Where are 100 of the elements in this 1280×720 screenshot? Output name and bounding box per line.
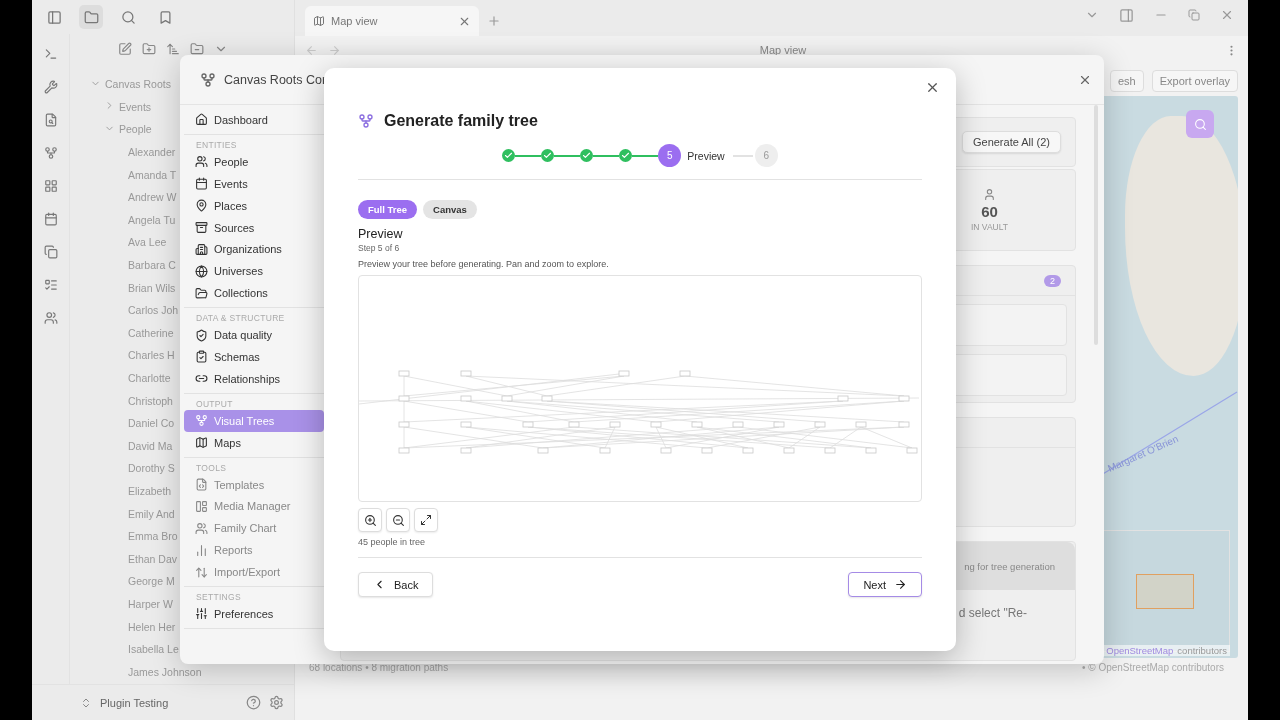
file-item[interactable]: Charlotte — [128, 372, 171, 384]
globe-icon — [195, 264, 208, 278]
nav-item[interactable]: Sources — [184, 216, 324, 239]
nav-item[interactable]: Relationships — [184, 367, 324, 390]
nav-heading: TOOLS — [195, 461, 228, 474]
file-item[interactable]: Emma Bro — [128, 530, 178, 543]
nav-item[interactable]: Dashboard — [184, 109, 324, 131]
file-item[interactable]: Elizabeth — [128, 485, 172, 497]
sidebar-toggle-icon[interactable] — [1119, 7, 1134, 23]
next-button[interactable]: Next — [848, 572, 922, 597]
help-icon[interactable] — [246, 695, 261, 710]
file-item[interactable]: Isabella Le — [128, 643, 179, 656]
collapse-icon[interactable] — [190, 42, 204, 56]
vault-name[interactable]: Plugin Testing — [100, 696, 238, 709]
sort-icon[interactable] — [166, 42, 180, 56]
fit-view-button[interactable] — [414, 508, 438, 532]
view-tab[interactable]: Full Tree — [358, 200, 418, 219]
restore-icon[interactable] — [1188, 9, 1200, 21]
folder-item[interactable]: Canvas Roots — [105, 78, 171, 91]
modal-title: Canvas Roots Cor — [224, 72, 328, 87]
nav-item[interactable]: Preferences — [184, 603, 324, 625]
section-description: Preview your tree before generating. Pan and zoom to explore. — [358, 258, 610, 269]
notice-text: d select "Re- — [958, 606, 1027, 620]
section-title: Preview — [358, 227, 404, 241]
search-icon[interactable] — [1186, 110, 1214, 138]
zoom-in-button[interactable] — [358, 508, 382, 532]
nav-item[interactable]: Places — [184, 194, 324, 217]
file-item[interactable]: Ava Lee — [128, 236, 167, 249]
file-item[interactable]: Charles H — [128, 349, 175, 362]
forward-arrow-icon[interactable] — [328, 43, 341, 57]
switch-icon[interactable] — [80, 696, 92, 709]
file-item[interactable]: Harper W — [128, 597, 173, 610]
fork-icon — [200, 71, 216, 88]
nav-item[interactable]: Schemas — [184, 346, 324, 368]
new-note-icon[interactable] — [118, 42, 132, 56]
map-button[interactable]: esh — [1109, 70, 1144, 92]
file-item[interactable]: Carlos Joh — [128, 304, 179, 317]
sliders-icon — [195, 607, 208, 621]
arrows-up-down-icon — [195, 565, 208, 579]
nav-item[interactable]: Visual Trees — [184, 409, 324, 432]
file-item[interactable]: George M — [128, 575, 175, 588]
file-item[interactable]: David Ma — [128, 439, 173, 452]
file-item[interactable]: Alexander — [128, 146, 176, 159]
step-text: Step 5 of 6 — [358, 242, 401, 253]
file-item[interactable]: Dorothy S — [128, 462, 175, 475]
nav-item[interactable]: Collections — [184, 282, 324, 305]
file-item[interactable]: Emily And — [128, 507, 175, 520]
nav-heading: OUTPUT — [195, 397, 234, 410]
arrow-right-icon — [894, 578, 907, 591]
file-item[interactable]: Amanda T — [128, 168, 177, 181]
stat-value: 60 — [981, 203, 998, 220]
bar-chart-icon — [195, 543, 208, 557]
step-caption: Preview — [687, 149, 725, 162]
settings-icon[interactable] — [269, 695, 284, 710]
back-button[interactable]: Back — [358, 572, 434, 597]
folder-icon[interactable] — [79, 5, 103, 29]
shield-check-icon — [195, 328, 208, 342]
view-title: Map view — [758, 44, 808, 56]
file-item[interactable]: Barbara C — [128, 259, 176, 272]
new-folder-icon[interactable] — [142, 42, 156, 56]
file-item[interactable]: Christoph — [128, 394, 173, 407]
nav-item[interactable]: Data quality — [184, 324, 324, 346]
zoom-out-icon — [391, 513, 405, 527]
nav-heading: ENTITIES — [195, 138, 238, 151]
map-view-tab[interactable]: Map view — [305, 6, 479, 36]
file-item[interactable]: Brian Wils — [128, 281, 176, 294]
file-item[interactable]: Angela Tu — [128, 213, 176, 226]
file-item[interactable]: Ethan Dav — [128, 552, 178, 565]
new-tab-icon[interactable] — [487, 14, 501, 28]
nav-item[interactable]: People — [184, 150, 324, 173]
map-pin-icon — [195, 199, 208, 213]
nav-item[interactable]: Organizations — [184, 238, 324, 261]
close-icon[interactable] — [1220, 8, 1234, 22]
archive-icon — [195, 221, 208, 234]
file-item[interactable]: Catherine — [128, 326, 174, 339]
file-item[interactable]: Andrew W — [128, 191, 177, 204]
calendar-icon — [195, 177, 208, 191]
house-icon — [195, 113, 208, 127]
map-icon — [313, 15, 325, 27]
file-item[interactable]: Daniel Co — [128, 417, 175, 430]
count-badge: 2 — [1044, 274, 1061, 287]
folder-item[interactable]: People — [119, 123, 152, 136]
file-code-icon — [195, 478, 208, 491]
file-item[interactable]: James Johnson — [128, 665, 202, 678]
file-item[interactable]: Helen Her — [128, 620, 176, 633]
nav-item[interactable]: Universes — [184, 260, 324, 283]
zoom-out-button[interactable] — [386, 508, 410, 532]
generate-all-button[interactable]: Generate All (2) — [961, 131, 1061, 153]
building-icon — [195, 242, 208, 256]
view-tab[interactable]: Canvas — [423, 200, 477, 219]
zoom-in-icon — [363, 513, 377, 527]
nav-item[interactable]: Maps — [184, 431, 324, 454]
nav-item[interactable]: Events — [184, 172, 324, 195]
folder-item[interactable]: Events — [119, 100, 152, 113]
expand-icon — [420, 514, 432, 526]
attribution-text: contributors — [1177, 645, 1227, 656]
attribution-link[interactable]: OpenStreetMap — [1106, 645, 1174, 656]
map-button[interactable]: Export overlay — [1151, 70, 1238, 92]
back-arrow-icon[interactable] — [305, 43, 318, 57]
dialog-title: Generate family tree — [384, 112, 538, 130]
